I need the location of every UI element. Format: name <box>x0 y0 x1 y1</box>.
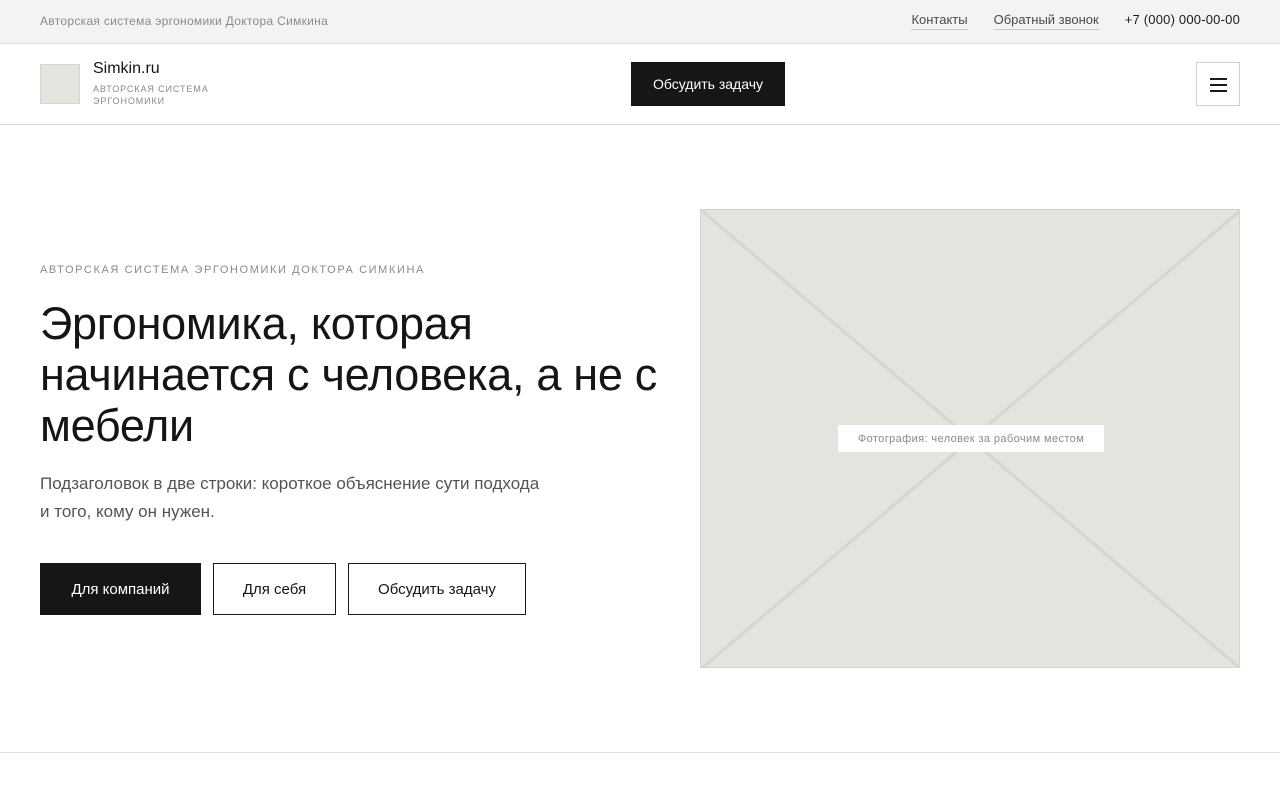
hero-subtitle: Подзаголовок в две строки: короткое объя… <box>40 470 620 526</box>
phone-number[interactable]: +7 (000) 000-00-00 <box>1125 12 1240 30</box>
hero-buttons: Для компаний Для себя Обсудить задачу <box>40 563 538 615</box>
brand-name[interactable]: Simkin.ru <box>93 60 160 78</box>
callback-link[interactable]: Обратный звонок <box>993 12 1099 30</box>
top-utility-bar: Авторская система эргономики Доктора Сим… <box>0 0 1280 44</box>
for-companies-button[interactable]: Для компаний <box>40 563 201 615</box>
hero-photo-placeholder: Фотография: человек за рабочим местом <box>700 209 1240 668</box>
logo-placeholder[interactable] <box>40 64 80 104</box>
hamburger-line <box>1210 84 1227 86</box>
hero-eyebrow: АВТОРСКАЯ СИСТЕМА ЭРГОНОМИКИ ДОКТОРА СИМ… <box>40 264 425 276</box>
brand-subtitle: АВТОРСКАЯ СИСТЕМА ЭРГОНОМИКИ <box>93 84 209 106</box>
photo-caption: Фотография: человек за рабочим местом <box>838 425 1104 452</box>
header-discuss-button[interactable]: Обсудить задачу <box>631 62 785 106</box>
hero-title: Эргономика, которая начинается с человек… <box>40 298 657 451</box>
site-header: Simkin.ru АВТОРСКАЯ СИСТЕМА ЭРГОНОМИКИ О… <box>0 44 1280 125</box>
hamburger-line <box>1210 90 1227 92</box>
hero-subtitle-line-2: и того, кому он нужен. <box>40 502 215 521</box>
topbar-links: Контакты Обратный звонок +7 (000) 000-00… <box>911 12 1240 30</box>
hamburger-icon[interactable] <box>1196 62 1240 106</box>
section-divider <box>0 752 1280 753</box>
hero-discuss-button[interactable]: Обсудить задачу <box>348 563 526 615</box>
topbar-tagline: Авторская система эргономики Доктора Сим… <box>40 14 329 28</box>
hamburger-line <box>1210 78 1227 80</box>
for-self-button[interactable]: Для себя <box>213 563 336 615</box>
contacts-link[interactable]: Контакты <box>911 12 968 30</box>
hero-subtitle-line-1: Подзаголовок в две строки: короткое объя… <box>40 474 540 493</box>
